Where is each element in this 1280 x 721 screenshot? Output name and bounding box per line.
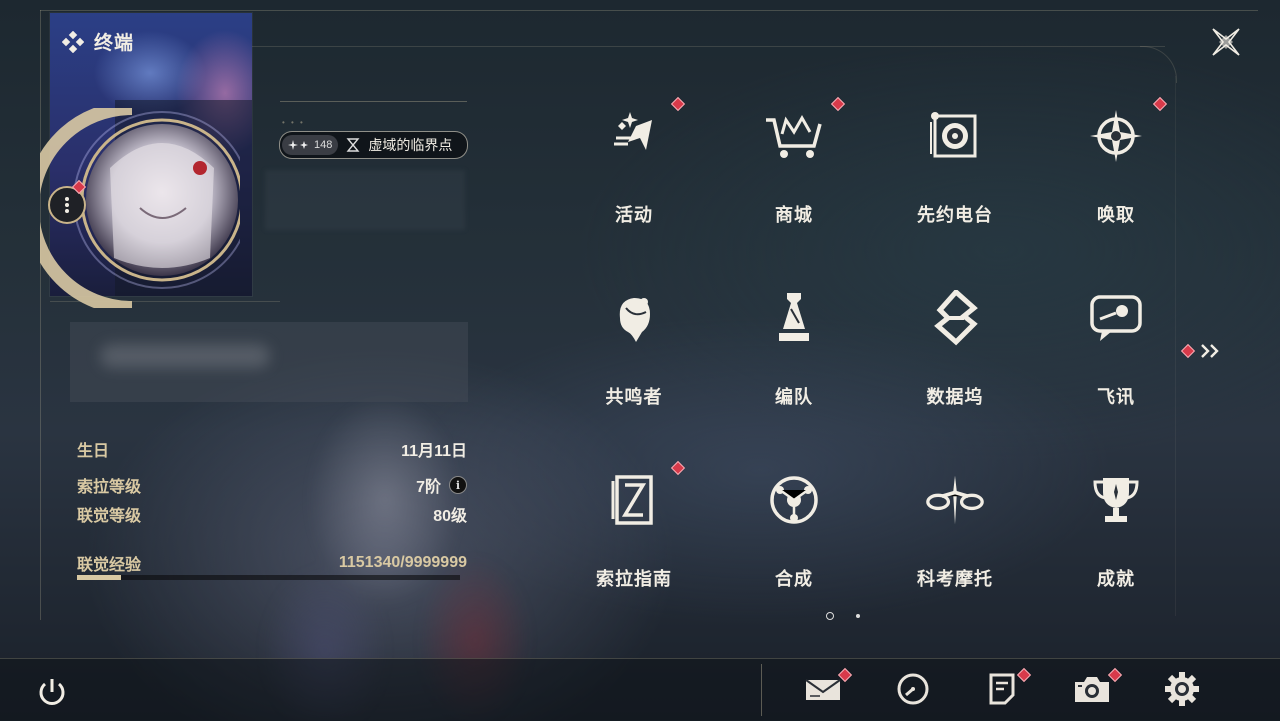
badge-name: 虚域的临界点 [368,137,453,153]
close-button[interactable] [1204,22,1248,62]
info-value: 11月11日 [401,443,467,460]
page-title-text: 终端 [94,33,135,54]
blurred-area [265,170,465,230]
frame-line-top [40,10,1258,11]
level-pill: 148 [282,135,339,155]
level-badge[interactable]: 148 虚域的临界点 [279,131,468,159]
menu-item-resonator-head[interactable]: 共鸣者 [553,267,715,427]
message-bubble-icon [1086,289,1146,347]
double-chevron-right-icon [1201,344,1219,358]
motorbike-icon [925,471,985,529]
info-value: 7阶 [416,479,441,496]
clock-icon [897,673,929,705]
bottom-divider [761,664,762,716]
menu-item-summon-compass[interactable]: 唤取 [1035,85,1197,245]
info-label: 联觉经验 [77,557,142,574]
menu-item-motorbike[interactable]: 科考摩托 [874,449,1036,609]
menu-item-guide-book[interactable]: 索拉指南 [553,449,715,609]
decor-line [50,301,280,302]
guide-book-icon [604,471,664,529]
power-button[interactable] [30,670,74,714]
synthesis-icon [764,471,824,529]
shop-cart-icon [764,107,824,165]
menu-item-label: 先约电台 [917,205,993,225]
menu-item-activity[interactable]: 活动 [553,85,715,245]
resonator-head-icon [604,289,664,347]
menu-item-label: 索拉指南 [596,569,672,589]
terminal-diamond-icon [62,30,84,53]
menu-notification-dot [1152,96,1168,112]
menu-item-radio[interactable]: 先约电台 [874,85,1036,245]
decor-dots: • • • [282,118,305,127]
menu-item-trophy[interactable]: 成就 [1035,449,1197,609]
more-vertical-icon [65,197,69,213]
menu-item-label: 数据坞 [926,387,984,407]
menu-item-message-bubble[interactable]: 飞讯 [1035,267,1197,427]
page-indicator [826,612,860,620]
notice-icon [989,673,1015,705]
menu-item-label: 合成 [775,569,813,589]
trophy-icon [1086,471,1146,529]
exp-progress-bar [77,575,460,580]
info-icon[interactable]: i [449,476,467,494]
decor-line [280,101,467,102]
menu-item-label: 唤取 [1097,205,1135,225]
menu-item-label: 活动 [615,205,653,225]
radio-icon [925,107,985,165]
menu-notification-dot [830,96,846,112]
menu-notification-dot [670,96,686,112]
info-label: 索拉等级 [77,479,142,496]
page-dot[interactable] [856,614,860,618]
signature-box[interactable] [70,322,468,402]
settings-button[interactable] [1160,667,1204,711]
mail-icon [805,679,841,700]
menu-item-label: 编队 [775,387,813,407]
chess-team-icon [764,289,824,347]
menu-item-label: 飞讯 [1097,387,1135,407]
data-dock-icon [925,289,985,347]
info-value-wrap: 7阶 i [416,473,467,497]
menu-item-synthesis[interactable]: 合成 [713,449,875,609]
summon-compass-icon [1086,107,1146,165]
info-value: 80级 [433,508,467,525]
info-value: 1151340/9999999 [338,554,467,571]
info-row-birthday: 生日 11月11日 [77,437,467,461]
info-row-union-level: 联觉等级 80级 [77,502,467,526]
info-row-union-exp: 联觉经验 1151340/9999999 [77,551,467,575]
menu-item-data-dock[interactable]: 数据坞 [874,267,1036,427]
camera-icon [1075,677,1109,702]
next-page-button[interactable] [1196,340,1226,362]
menu-notification-dot [670,460,686,476]
menu-item-label: 科考摩托 [917,569,993,589]
frame-curve [1140,46,1177,83]
exp-progress-fill [77,575,122,580]
hourglass-icon [346,138,360,152]
page-title: 终端 [62,28,134,55]
menu-item-label: 商城 [775,205,813,225]
menu-item-chess-team[interactable]: 编队 [713,267,875,427]
menu-item-shop-cart[interactable]: 商城 [713,85,875,245]
info-label: 生日 [77,443,110,460]
sparkle-icon [288,140,308,150]
info-label: 联觉等级 [77,508,142,525]
menu-item-label: 共鸣者 [605,387,663,407]
info-row-sola-level: 索拉等级 7阶 i [77,473,467,497]
level-value: 148 [314,139,333,151]
frame-line-left [40,10,41,620]
frame-line-inner [250,46,1165,47]
menu-item-label: 成就 [1097,569,1135,589]
clock-button[interactable] [891,667,935,711]
activity-icon [604,107,664,165]
settings-gear-icon [1165,672,1199,706]
close-icon [1212,28,1240,56]
page-dot-active[interactable] [826,612,834,620]
power-icon [39,679,65,705]
